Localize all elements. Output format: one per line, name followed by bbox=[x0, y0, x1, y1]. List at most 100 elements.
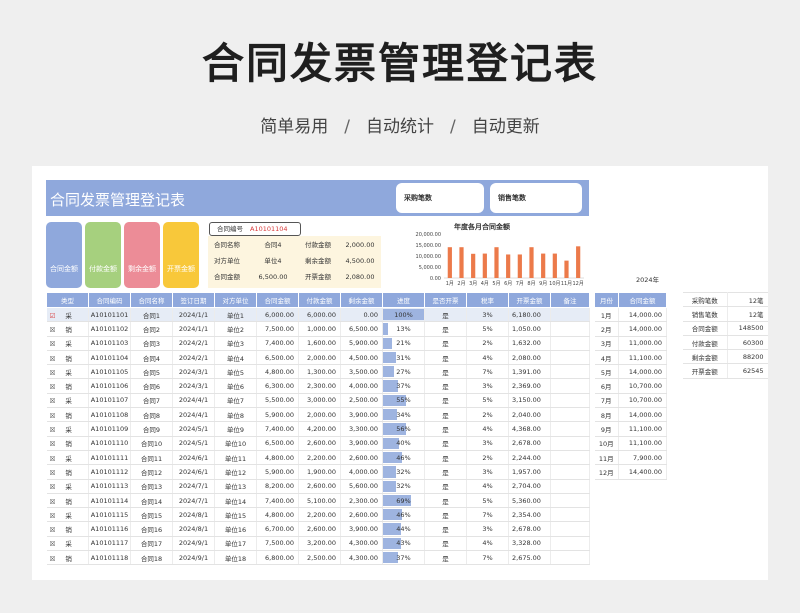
cell-contract-amount[interactable]: 7,400.00 bbox=[256, 336, 299, 351]
cell-remark[interactable] bbox=[550, 407, 590, 423]
cell-tax-rate[interactable]: 5% bbox=[466, 493, 509, 509]
cell-sign-date[interactable]: 2024/5/1 bbox=[172, 436, 215, 451]
col-header-contract-amount[interactable]: 合同金额 bbox=[256, 292, 299, 308]
cell-sign-date[interactable]: 2024/1/1 bbox=[172, 307, 215, 323]
month-row[interactable]: 2月 14,000.00 bbox=[594, 321, 667, 337]
cell-invoiced[interactable]: 是 bbox=[424, 407, 467, 423]
checkbox-icon[interactable]: ☒ bbox=[50, 426, 56, 434]
cell-remaining-amount[interactable]: 2,300.00 bbox=[340, 493, 383, 509]
cell-remaining-amount[interactable]: 5,600.00 bbox=[340, 479, 383, 494]
col-header-tax-rate[interactable]: 税率 bbox=[466, 292, 509, 308]
cell-contract-code[interactable]: A10101109 bbox=[88, 421, 131, 437]
table-row[interactable]: ☒ 采 A10101105 合同5 2024/3/1 单位5 4,800.00 1,300.0… bbox=[46, 364, 590, 380]
cell-contract-name[interactable]: 合同12 bbox=[130, 464, 173, 480]
cell-progress[interactable]: 21% bbox=[382, 336, 425, 351]
col-header-remaining-amount[interactable]: 剩余金额 bbox=[340, 292, 383, 308]
cell-counterparty[interactable]: 单位6 bbox=[214, 378, 257, 394]
cell-paid-amount[interactable]: 1,300.00 bbox=[298, 364, 341, 380]
checkbox-icon[interactable]: ☒ bbox=[50, 455, 56, 463]
cell-sign-date[interactable]: 2024/8/1 bbox=[172, 507, 215, 523]
month-row[interactable]: 6月 10,700.00 bbox=[594, 378, 667, 394]
cell-remark[interactable] bbox=[550, 493, 590, 509]
bar-4[interactable] bbox=[482, 253, 487, 278]
cell-paid-amount[interactable]: 1,000.00 bbox=[298, 321, 341, 337]
cell-remark[interactable] bbox=[550, 450, 590, 466]
cell-counterparty[interactable]: 单位4 bbox=[214, 350, 257, 366]
cell-type[interactable]: ☒ 销 bbox=[46, 350, 89, 366]
cell-contract-code[interactable]: A10101112 bbox=[88, 464, 131, 480]
summary-row[interactable]: 销售笔数 12笔 bbox=[683, 306, 768, 322]
cell-progress[interactable]: 31% bbox=[382, 350, 425, 366]
cell-remark[interactable] bbox=[550, 507, 590, 523]
cell-progress[interactable]: 40% bbox=[382, 436, 425, 451]
table-row[interactable]: ☒ 销 A10101112 合同12 2024/6/1 单位12 5,900.00 1,900… bbox=[46, 464, 590, 480]
cell-invoice-amount[interactable]: 1,632.00 bbox=[508, 336, 551, 351]
cell-paid-amount[interactable]: 2,200.00 bbox=[298, 450, 341, 466]
cell-type[interactable]: ☒ 采 bbox=[46, 421, 89, 437]
month-row[interactable]: 7月 10,700.00 bbox=[594, 393, 667, 409]
cell-invoice-amount[interactable]: 1,050.00 bbox=[508, 321, 551, 337]
cell-month-amount[interactable]: 14,000.00 bbox=[618, 407, 667, 423]
cell-paid-amount[interactable]: 2,000.00 bbox=[298, 350, 341, 366]
cell-sign-date[interactable]: 2024/4/1 bbox=[172, 407, 215, 423]
cell-contract-amount[interactable]: 8,200.00 bbox=[256, 479, 299, 494]
cell-sign-date[interactable]: 2024/3/1 bbox=[172, 378, 215, 394]
cell-invoiced[interactable]: 是 bbox=[424, 493, 467, 509]
cell-tax-rate[interactable]: 3% bbox=[466, 307, 509, 323]
card-contract-amount[interactable]: 合同金额 bbox=[46, 222, 82, 288]
cell-contract-amount[interactable]: 6,800.00 bbox=[256, 550, 299, 566]
cell-contract-code[interactable]: A10101113 bbox=[88, 479, 131, 494]
cell-counterparty[interactable]: 单位5 bbox=[214, 364, 257, 380]
cell-paid-amount[interactable]: 2,600.00 bbox=[298, 479, 341, 494]
cell-contract-code[interactable]: A10101104 bbox=[88, 350, 131, 366]
cell-contract-name[interactable]: 合同8 bbox=[130, 407, 173, 423]
cell-progress[interactable]: 13% bbox=[382, 321, 425, 337]
cell-invoiced[interactable]: 是 bbox=[424, 350, 467, 366]
cell-remaining-amount[interactable]: 3,500.00 bbox=[340, 364, 383, 380]
col-header-invoiced[interactable]: 是否开票 bbox=[424, 292, 467, 308]
contract-selector[interactable]: 合同编号 A10101104 bbox=[209, 222, 301, 236]
cell-invoice-amount[interactable]: 1,391.00 bbox=[508, 364, 551, 380]
cell-invoice-amount[interactable]: 2,080.00 bbox=[508, 350, 551, 366]
cell-invoiced[interactable]: 是 bbox=[424, 421, 467, 437]
cell-contract-code[interactable]: A10101110 bbox=[88, 436, 131, 451]
checkbox-icon[interactable]: ☒ bbox=[50, 369, 56, 377]
bar-2[interactable] bbox=[459, 247, 464, 278]
cell-invoice-amount[interactable]: 2,354.00 bbox=[508, 507, 551, 523]
cell-remaining-amount[interactable]: 4,500.00 bbox=[340, 350, 383, 366]
month-row[interactable]: 5月 14,000.00 bbox=[594, 364, 667, 380]
cell-progress[interactable]: 27% bbox=[382, 364, 425, 380]
cell-invoice-amount[interactable]: 2,244.00 bbox=[508, 450, 551, 466]
cell-tax-rate[interactable]: 5% bbox=[466, 321, 509, 337]
cell-invoice-amount[interactable]: 3,328.00 bbox=[508, 536, 551, 552]
cell-tax-rate[interactable]: 4% bbox=[466, 536, 509, 552]
cell-contract-code[interactable]: A10101111 bbox=[88, 450, 131, 466]
cell-remark[interactable] bbox=[550, 364, 590, 380]
cell-contract-amount[interactable]: 5,900.00 bbox=[256, 464, 299, 480]
cell-month[interactable]: 3月 bbox=[594, 336, 619, 351]
cell-tax-rate[interactable]: 2% bbox=[466, 407, 509, 423]
cell-invoiced[interactable]: 是 bbox=[424, 436, 467, 451]
cell-remaining-amount[interactable]: 3,900.00 bbox=[340, 407, 383, 423]
cell-counterparty[interactable]: 单位2 bbox=[214, 321, 257, 337]
cell-type[interactable]: ☒ 采 bbox=[46, 336, 89, 351]
cell-progress[interactable]: 46% bbox=[382, 450, 425, 466]
cell-sign-date[interactable]: 2024/4/1 bbox=[172, 393, 215, 409]
cell-paid-amount[interactable]: 1,600.00 bbox=[298, 336, 341, 351]
cell-invoice-amount[interactable]: 1,957.00 bbox=[508, 464, 551, 480]
cell-counterparty[interactable]: 单位17 bbox=[214, 536, 257, 552]
bar-11[interactable] bbox=[564, 260, 569, 278]
cell-month-amount[interactable]: 10,700.00 bbox=[618, 393, 667, 409]
checkbox-icon[interactable]: ☒ bbox=[50, 498, 56, 506]
cell-paid-amount[interactable]: 4,200.00 bbox=[298, 421, 341, 437]
cell-remark[interactable] bbox=[550, 350, 590, 366]
cell-remaining-amount[interactable]: 3,900.00 bbox=[340, 436, 383, 451]
month-row[interactable]: 4月 11,100.00 bbox=[594, 350, 667, 366]
cell-contract-name[interactable]: 合同11 bbox=[130, 450, 173, 466]
cell-counterparty[interactable]: 单位7 bbox=[214, 393, 257, 409]
cell-paid-amount[interactable]: 2,600.00 bbox=[298, 436, 341, 451]
bar-6[interactable] bbox=[506, 254, 511, 278]
cell-counterparty[interactable]: 单位16 bbox=[214, 521, 257, 537]
summary-row[interactable]: 采购笔数 12笔 bbox=[683, 292, 768, 308]
cell-progress[interactable]: 32% bbox=[382, 479, 425, 494]
